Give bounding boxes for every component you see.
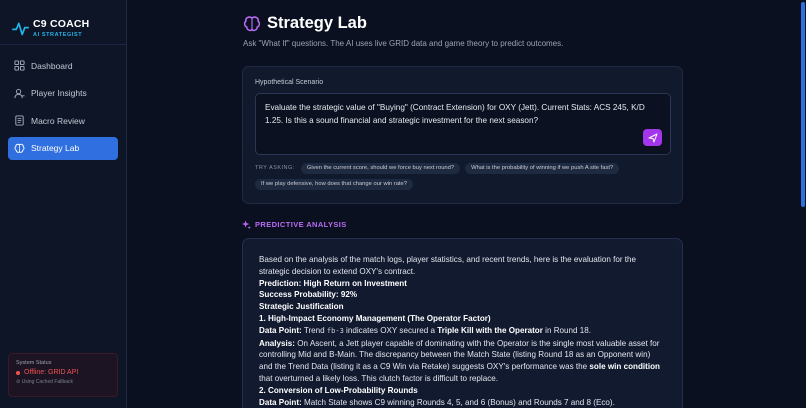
scenario-label: Hypothetical Scenario: [255, 79, 324, 86]
analysis-result-card: Based on the analysis of the match logs,…: [242, 238, 683, 408]
text: in Round 18.: [542, 325, 592, 335]
analysis-point1-title: 1. High-Impact Economy Management (The O…: [259, 313, 491, 323]
analysis-prediction: Prediction: High Return on Investment: [259, 278, 407, 288]
page-scrollbar[interactable]: [800, 0, 806, 408]
analysis-justification-heading: Strategic Justification: [259, 302, 344, 312]
system-status-note: ⊘ Using Cached Fallback: [16, 379, 110, 385]
page-title: Strategy Lab: [267, 14, 367, 32]
data-point-label: Data Point:: [259, 325, 302, 335]
analysis-data-point-2: Data Point: Match State shows C9 winning…: [259, 397, 666, 408]
app-window: C9 COACH AI STRATEGIST Dashboard Player …: [0, 0, 806, 408]
brain-icon: [14, 143, 25, 153]
page-header: Strategy Lab: [243, 14, 367, 33]
text: Match State shows C9 winning Rounds 4, 5…: [301, 397, 615, 407]
sidebar-item-macro-review[interactable]: Macro Review: [8, 109, 118, 132]
main-content: Strategy Lab Ask "What If" questions. Th…: [127, 0, 806, 408]
suggestion-chip[interactable]: If we play defensive, how does that chan…: [255, 179, 413, 190]
system-status-text: Offline: GRID API: [24, 369, 79, 376]
system-status-state: Offline: GRID API: [16, 369, 110, 376]
brand-subtitle: AI STRATEGIST: [33, 32, 83, 38]
brain-icon: [243, 15, 261, 31]
document-icon: [15, 115, 24, 126]
analysis-intro: Based on the analysis of the match logs,…: [259, 255, 637, 276]
suggestion-chip[interactable]: What is the probability of winning if we…: [465, 163, 620, 174]
scrollbar-thumb[interactable]: [801, 2, 805, 207]
sidebar-item-player-insights[interactable]: Player Insights: [8, 82, 118, 105]
sidebar-item-dashboard[interactable]: Dashboard: [8, 54, 118, 77]
text: indicates OXY secured a: [343, 325, 438, 335]
bold-text: Triple Kill with the Operator: [437, 325, 543, 335]
scenario-input-value: Evaluate the strategic value of "Buying"…: [265, 103, 645, 125]
analysis-data-point-1: Data Point: Trend fb-3 indicates OXY sec…: [259, 325, 666, 338]
analysis-probability: Success Probability: 92%: [259, 290, 358, 300]
scenario-input[interactable]: Evaluate the strategic value of "Buying"…: [255, 93, 671, 155]
send-button[interactable]: [643, 129, 662, 146]
system-status-note-text: Using Cached Fallback: [21, 379, 74, 385]
sidebar-nav: Dashboard Player Insights Macro Review S…: [0, 45, 126, 160]
analysis-point2-title: 2. Conversion of Low-Probability Rounds: [259, 385, 418, 395]
analysis-label: Analysis:: [259, 338, 295, 348]
predictive-analysis-title: PREDICTIVE ANALYSIS: [255, 220, 347, 229]
system-status-panel: System Status Offline: GRID API ⊘ Using …: [8, 353, 118, 397]
brand-title: C9 COACH: [33, 18, 90, 30]
sidebar-item-label: Dashboard: [31, 60, 73, 71]
user-icon: [14, 88, 25, 98]
try-asking-label: TRY ASKING:: [255, 165, 295, 171]
brand: C9 COACH AI STRATEGIST: [0, 0, 126, 45]
send-icon: [648, 133, 657, 142]
analysis-paragraph-1: Analysis: On Ascent, a Jett player capab…: [259, 338, 666, 385]
page-subtitle: Ask "What If" questions. The AI uses liv…: [243, 39, 564, 48]
data-point-label: Data Point:: [259, 397, 302, 407]
sidebar-item-label: Macro Review: [31, 115, 85, 126]
trend-code: fb-3: [326, 326, 344, 335]
scenario-card: Hypothetical Scenario Evaluate the strat…: [242, 66, 683, 204]
suggestion-chip[interactable]: Given the current score, should we force…: [300, 163, 461, 174]
predictive-analysis-header: PREDICTIVE ANALYSIS: [242, 220, 347, 229]
try-asking-row: TRY ASKING: Given the current score, sho…: [255, 163, 675, 195]
bold-text: sole win condition: [589, 362, 661, 372]
text: Trend: [301, 325, 327, 335]
dashboard-grid-icon: [14, 60, 25, 71]
sidebar-item-label: Player Insights: [31, 88, 87, 98]
text: that overturned a likely loss. This clut…: [259, 373, 499, 383]
status-dot-icon: [16, 370, 20, 375]
sidebar-item-label: Strategy Lab: [31, 143, 80, 153]
sparkles-icon: [242, 220, 251, 229]
system-status-title: System Status: [16, 360, 52, 366]
sidebar: C9 COACH AI STRATEGIST Dashboard Player …: [0, 0, 127, 408]
pulse-logo-icon: [12, 22, 29, 36]
sidebar-item-strategy-lab[interactable]: Strategy Lab: [8, 136, 118, 160]
